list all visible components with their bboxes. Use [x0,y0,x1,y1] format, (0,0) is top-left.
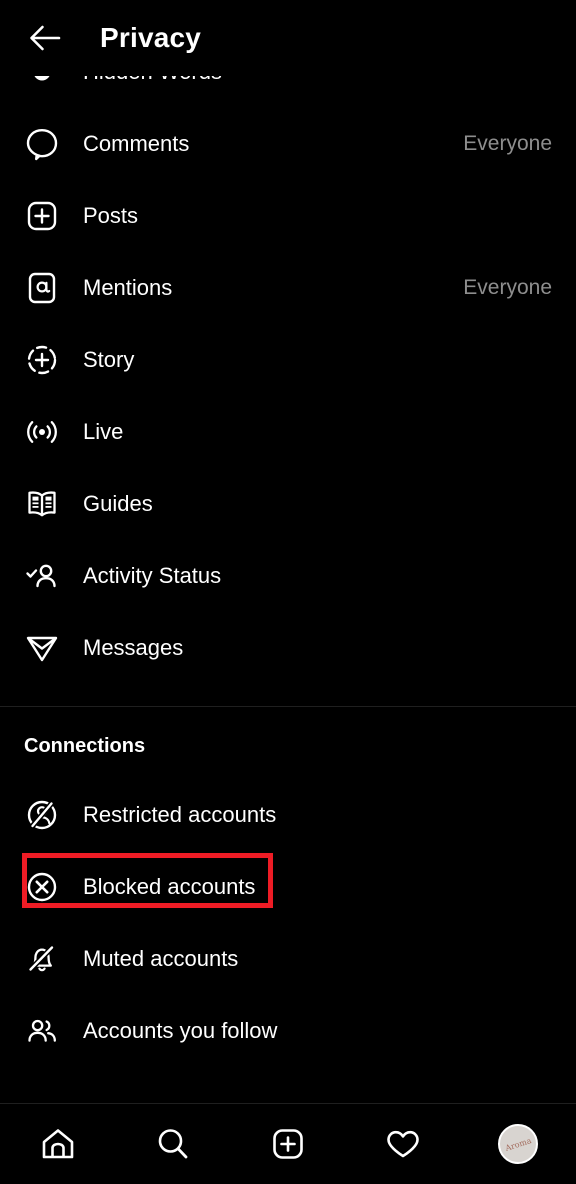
messages-paper-plane-icon [24,630,60,666]
story-plus-circle-icon [24,342,60,378]
section-header-connections: Connections [24,734,146,757]
settings-row-label: Messages [83,635,184,660]
home-icon [37,1123,79,1165]
activity-status-icon [24,558,60,594]
settings-row-activity-status[interactable]: Activity Status [0,540,576,612]
search-icon [152,1123,194,1165]
bottom-navigation-bar: Aroma [0,1103,576,1184]
settings-row-hidden-words[interactable]: Hidden Words [0,76,576,108]
heart-activity-icon [382,1123,424,1165]
nav-item-profile[interactable]: Aroma [461,1104,576,1184]
avatar-script-mark: Aroma [504,1135,533,1153]
settings-row-label: Restricted accounts [83,802,277,827]
mention-at-icon [24,270,60,306]
settings-row-label: Hidden Words [83,76,222,85]
settings-row-label: Guides [83,491,153,516]
muted-bell-off-icon [24,941,60,977]
profile-avatar: Aroma [498,1124,539,1164]
settings-row-label: Muted accounts [83,946,239,971]
page-title: Privacy [100,22,202,53]
highlighted-row-wrapper: Blocked accounts [0,851,576,923]
settings-row-blocked-accounts[interactable]: Blocked accounts [0,851,576,923]
post-plus-square-icon [24,198,60,234]
settings-row-mentions[interactable]: Mentions Everyone [0,252,576,324]
comment-bubble-icon [24,126,60,162]
nav-item-home[interactable] [0,1104,115,1184]
accounts-you-follow-icon [24,1013,60,1049]
settings-row-muted-accounts[interactable]: Muted accounts [0,923,576,995]
settings-row-label: Story [83,347,135,372]
settings-row-label: Activity Status [83,563,222,588]
settings-row-value: Everyone [463,132,552,155]
nav-item-create[interactable] [230,1104,345,1184]
settings-row-story[interactable]: Story [0,324,576,396]
arrow-left-icon [28,23,62,53]
nav-item-search[interactable] [115,1104,230,1184]
nav-item-activity[interactable] [346,1104,461,1184]
create-plus-square-icon [267,1123,309,1165]
settings-row-comments[interactable]: Comments Everyone [0,108,576,180]
settings-row-messages[interactable]: Messages [0,612,576,684]
settings-row-accounts-you-follow[interactable]: Accounts you follow [0,995,576,1067]
restricted-account-icon [24,797,60,833]
blocked-account-icon [24,869,60,905]
settings-row-label: Comments [83,131,190,156]
settings-row-guides[interactable]: Guides [0,468,576,540]
settings-row-restricted-accounts[interactable]: Restricted accounts [0,779,576,851]
settings-row-label: Live [83,419,124,444]
settings-row-label: Accounts you follow [83,1018,278,1043]
guides-book-icon [24,486,60,522]
app-header: Privacy [0,0,576,76]
live-broadcast-icon [24,414,60,450]
hidden-words-icon [24,76,60,90]
settings-row-label: Posts [83,203,139,228]
back-button[interactable] [14,8,76,68]
settings-row-posts[interactable]: Posts [0,180,576,252]
settings-row-live[interactable]: Live [0,396,576,468]
settings-row-label: Mentions [83,275,173,300]
settings-scroll-area[interactable]: Hidden Words Comments Everyone Posts [0,76,576,1103]
settings-row-label: Blocked accounts [83,874,256,899]
settings-row-value: Everyone [463,276,552,299]
